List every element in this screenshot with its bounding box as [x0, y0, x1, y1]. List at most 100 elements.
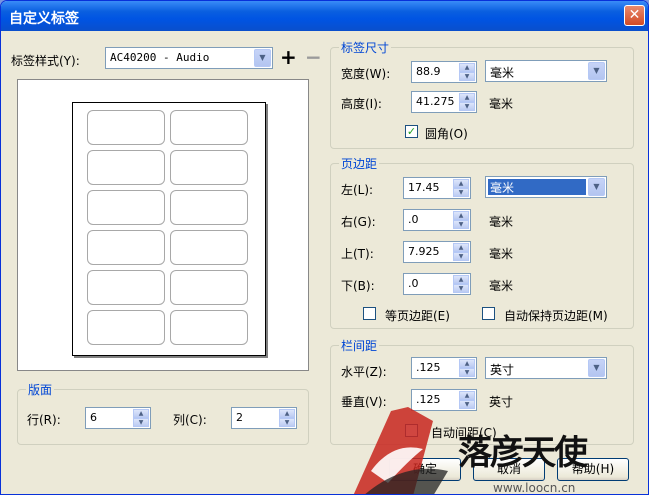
- spin-up-icon[interactable]: ▲: [453, 275, 469, 284]
- width-value: 88.9: [416, 65, 441, 78]
- spin-up-icon[interactable]: ▲: [279, 409, 295, 418]
- ok-button[interactable]: 确定: [389, 458, 461, 481]
- margin-unit-select[interactable]: 毫米 ▼: [485, 176, 607, 198]
- margin-right-value: .0: [408, 213, 419, 226]
- margin-left-label: 左(L):: [341, 183, 374, 197]
- label-preview: [17, 79, 309, 371]
- help-button[interactable]: 帮助(H): [557, 458, 629, 481]
- spin-up-icon[interactable]: ▲: [459, 359, 475, 368]
- margins-group-title: 页边距: [339, 155, 380, 172]
- spin-down-icon[interactable]: ▼: [279, 418, 295, 427]
- window-title: 自定义标签: [9, 11, 79, 27]
- checkmark-icon: ✓: [406, 125, 417, 138]
- rows-spinner[interactable]: 6 ▲ ▼: [85, 407, 151, 429]
- margin-top-spinner[interactable]: 7.925 ▲ ▼: [403, 241, 471, 263]
- width-label: 宽度(W):: [341, 67, 391, 81]
- label-style-value: AC40200 - Audio: [110, 51, 210, 64]
- margin-top-value: 7.925: [408, 245, 440, 258]
- equal-margins-checkbox[interactable]: [363, 307, 376, 320]
- margin-unit-value: 毫米: [487, 178, 587, 196]
- gutter-vertical-label: 垂直(V):: [341, 395, 387, 409]
- equal-margins-label: 等页边距(E): [385, 309, 450, 323]
- gutter-vertical-value: .125: [416, 393, 441, 406]
- width-spinner[interactable]: 88.9 ▲ ▼: [411, 61, 477, 83]
- spin-down-icon[interactable]: ▼: [459, 72, 475, 81]
- plus-icon: +: [280, 45, 297, 69]
- close-icon: ✕: [628, 7, 641, 23]
- spin-up-icon[interactable]: ▲: [453, 179, 469, 188]
- preview-label-cell: [170, 110, 248, 145]
- preview-label-cell: [87, 310, 165, 345]
- spin-down-icon[interactable]: ▼: [453, 220, 469, 229]
- preview-label-cell: [87, 230, 165, 265]
- watermark-url: www.loocn.cn: [493, 481, 576, 495]
- chevron-down-icon[interactable]: ▼: [254, 49, 271, 67]
- spin-up-icon[interactable]: ▲: [459, 93, 475, 102]
- margin-top-unit: 毫米: [489, 247, 514, 261]
- chevron-down-icon[interactable]: ▼: [588, 359, 605, 377]
- minus-icon: −: [305, 45, 322, 69]
- add-style-button[interactable]: +: [280, 45, 297, 69]
- rows-label: 行(R):: [27, 413, 61, 427]
- spin-up-icon[interactable]: ▲: [459, 391, 475, 400]
- chevron-down-icon[interactable]: ▼: [588, 62, 605, 80]
- remove-style-button[interactable]: −: [305, 45, 322, 69]
- gutter-vertical-spinner[interactable]: .125 ▲ ▼: [411, 389, 477, 411]
- close-button[interactable]: ✕: [624, 5, 645, 26]
- rounded-corners-label: 圆角(O): [425, 127, 468, 141]
- spin-up-icon[interactable]: ▲: [459, 63, 475, 72]
- preview-label-cell: [170, 190, 248, 225]
- title-bar: 自定义标签 ✕: [1, 1, 648, 31]
- spin-down-icon[interactable]: ▼: [459, 368, 475, 377]
- preview-label-cell: [170, 270, 248, 305]
- width-unit-value: 毫米: [490, 66, 515, 80]
- chevron-down-icon[interactable]: ▼: [588, 178, 605, 196]
- rounded-corners-checkbox[interactable]: ✓: [405, 125, 418, 138]
- margin-bottom-value: .0: [408, 277, 419, 290]
- spin-down-icon[interactable]: ▼: [459, 400, 475, 409]
- margin-bottom-spinner[interactable]: .0 ▲ ▼: [403, 273, 471, 295]
- height-value: 41.275: [416, 95, 455, 108]
- width-unit-select[interactable]: 毫米 ▼: [485, 60, 607, 82]
- preview-label-cell: [170, 150, 248, 185]
- gutter-horizontal-label: 水平(Z):: [341, 365, 387, 379]
- label-style-select[interactable]: AC40200 - Audio ▼: [105, 47, 273, 69]
- rows-value: 6: [90, 411, 97, 424]
- margin-left-value: 17.45: [408, 181, 440, 194]
- height-label: 高度(I):: [341, 97, 382, 111]
- spin-down-icon[interactable]: ▼: [459, 102, 475, 111]
- gutter-horizontal-spinner[interactable]: .125 ▲ ▼: [411, 357, 477, 379]
- margin-bottom-unit: 毫米: [489, 279, 514, 293]
- margin-right-spinner[interactable]: .0 ▲ ▼: [403, 209, 471, 231]
- spin-down-icon[interactable]: ▼: [453, 188, 469, 197]
- gutter-group-title: 栏间距: [339, 337, 380, 354]
- gutter-vertical-unit: 英寸: [489, 395, 514, 409]
- cancel-button[interactable]: 取消: [473, 458, 545, 481]
- spin-down-icon[interactable]: ▼: [453, 252, 469, 261]
- preview-sheet: [72, 102, 266, 356]
- auto-gutter-checkbox[interactable]: [405, 424, 418, 437]
- preview-label-cell: [87, 110, 165, 145]
- gutter-unit-value: 英寸: [490, 363, 515, 377]
- cols-label: 列(C):: [173, 413, 207, 427]
- preview-label-cell: [170, 230, 248, 265]
- margin-top-label: 上(T):: [341, 247, 374, 261]
- label-style-label: 标签样式(Y):: [11, 54, 80, 68]
- height-spinner[interactable]: 41.275 ▲ ▼: [411, 91, 477, 113]
- auto-margins-checkbox[interactable]: [482, 307, 495, 320]
- label-size-group-title: 标签尺寸: [339, 39, 392, 56]
- margin-left-spinner[interactable]: 17.45 ▲ ▼: [403, 177, 471, 199]
- gutter-unit-select[interactable]: 英寸 ▼: [485, 357, 607, 379]
- auto-gutter-label: 自动间距(C): [431, 426, 497, 440]
- preview-label-cell: [87, 270, 165, 305]
- spin-down-icon[interactable]: ▼: [453, 284, 469, 293]
- spin-up-icon[interactable]: ▲: [453, 211, 469, 220]
- cols-spinner[interactable]: 2 ▲ ▼: [231, 407, 297, 429]
- custom-label-dialog: 自定义标签 ✕ 标签样式(Y): AC40200 - Audio ▼ + − 版…: [0, 0, 649, 495]
- preview-label-cell: [87, 150, 165, 185]
- spin-up-icon[interactable]: ▲: [453, 243, 469, 252]
- spin-up-icon[interactable]: ▲: [133, 409, 149, 418]
- spin-down-icon[interactable]: ▼: [133, 418, 149, 427]
- margin-right-unit: 毫米: [489, 215, 514, 229]
- height-unit: 毫米: [489, 97, 514, 111]
